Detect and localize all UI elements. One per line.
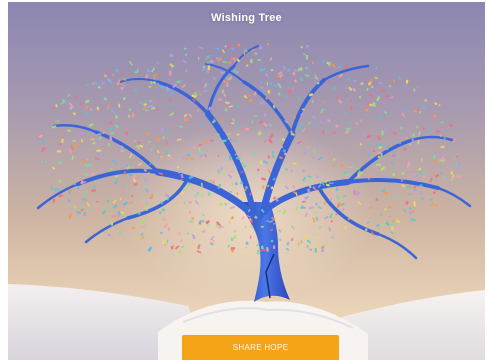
tree-illustration xyxy=(8,42,485,360)
wishing-tree-app: Wishing Tree SHARE HOPE xyxy=(0,0,487,360)
wishing-tree-scene: Wishing Tree xyxy=(8,2,485,360)
app-title: Wishing Tree xyxy=(211,12,282,24)
tree-leaves xyxy=(37,42,461,255)
share-hope-button[interactable]: SHARE HOPE xyxy=(182,335,339,360)
tree-trunk xyxy=(240,202,290,302)
